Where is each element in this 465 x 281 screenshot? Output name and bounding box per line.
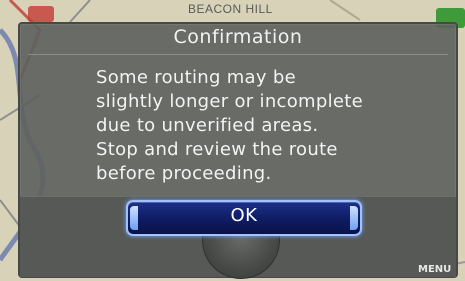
map-street-label: BEACON HILL bbox=[188, 2, 273, 16]
navigation-screen: BEACON HILL Confirmation Some routing ma… bbox=[0, 0, 465, 281]
ok-button[interactable]: OK bbox=[126, 200, 362, 236]
ok-button-label: OK bbox=[230, 205, 258, 226]
confirmation-dialog: Confirmation Some routing may be slightl… bbox=[18, 22, 458, 279]
dialog-title: Confirmation bbox=[173, 26, 303, 48]
title-divider bbox=[28, 54, 448, 55]
menu-button[interactable]: MENU bbox=[418, 264, 451, 275]
dialog-message: Some routing may be slightly longer or i… bbox=[96, 67, 364, 184]
